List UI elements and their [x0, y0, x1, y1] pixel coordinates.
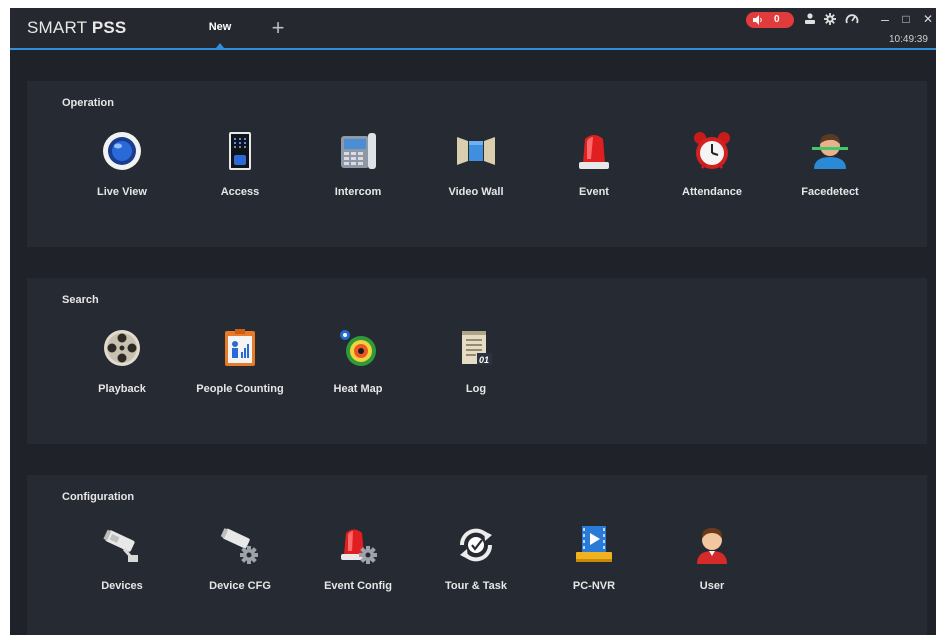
tile-label: Event: [579, 186, 609, 198]
tile-user[interactable]: User: [653, 525, 771, 595]
tab-label: New: [208, 21, 232, 33]
tile-label: Access: [220, 186, 260, 198]
tour-sync-icon: [456, 525, 496, 565]
section-title-search: Search: [62, 294, 99, 306]
tile-event[interactable]: Event: [535, 131, 653, 201]
tile-label: People Counting: [196, 383, 284, 395]
configuration-panel: Configuration Devices Device CFG Event C…: [27, 475, 927, 635]
tile-live-view[interactable]: Live View: [63, 131, 181, 201]
tile-tour-task[interactable]: Tour & Task: [417, 525, 535, 595]
tile-label: Device CFG: [209, 580, 271, 592]
tile-label: Log: [465, 383, 487, 395]
tile-access[interactable]: Access: [181, 131, 299, 201]
tile-log[interactable]: 01 Log: [417, 328, 535, 398]
user-account-icon[interactable]: [803, 12, 817, 26]
tile-event-config[interactable]: Event Config: [299, 525, 417, 595]
tile-video-wall[interactable]: Video Wall: [417, 131, 535, 201]
app-title-bold: PSS: [91, 18, 127, 37]
add-tab-button[interactable]: +: [267, 17, 289, 39]
app-title-light: SMART: [27, 18, 92, 37]
tile-playback[interactable]: Playback: [63, 328, 181, 398]
tile-label: Attendance: [682, 186, 742, 198]
section-title-configuration: Configuration: [62, 491, 135, 503]
tile-label: User: [699, 580, 725, 592]
section-title-operation: Operation: [62, 97, 114, 109]
tile-pc-nvr[interactable]: PC-NVR: [535, 525, 653, 595]
cctv-camera-icon: [102, 525, 142, 565]
app-logo: SMART PSS: [27, 18, 126, 38]
tile-label: PC-NVR: [572, 580, 616, 592]
face-scan-icon: [810, 131, 850, 171]
pc-nvr-icon: [574, 525, 614, 565]
tile-label: Facedetect: [801, 186, 859, 198]
maximize-button[interactable]: □: [899, 11, 913, 27]
intercom-phone-icon: [338, 131, 378, 171]
minimize-button[interactable]: –: [878, 11, 892, 27]
performance-gauge-icon[interactable]: [845, 12, 859, 26]
film-reel-icon: [102, 328, 142, 368]
log-notepad-icon: 01: [456, 328, 496, 368]
search-panel: Search Playback People Counting Heat Map…: [27, 278, 927, 444]
tile-label: Playback: [98, 383, 146, 395]
people-chart-icon: [220, 328, 260, 368]
alarm-button[interactable]: 0: [746, 12, 794, 28]
tile-label: Intercom: [334, 186, 382, 198]
heat-map-icon: [338, 328, 378, 368]
access-panel-icon: [220, 131, 260, 171]
settings-gear-icon[interactable]: [823, 12, 837, 26]
tile-label: Live View: [97, 186, 147, 198]
tile-label: Devices: [101, 580, 143, 592]
close-button[interactable]: ✕: [921, 11, 935, 27]
speaker-icon: [753, 15, 763, 25]
tile-heat-map[interactable]: Heat Map: [299, 328, 417, 398]
tile-intercom[interactable]: Intercom: [299, 131, 417, 201]
user-icon: [692, 525, 732, 565]
tile-facedetect[interactable]: Facedetect: [771, 131, 889, 201]
camera-gear-icon: [220, 525, 260, 565]
tile-label: Video Wall: [448, 186, 504, 198]
siren-icon: [574, 131, 614, 171]
video-wall-icon: [456, 131, 496, 171]
camera-lens-icon: [102, 131, 142, 171]
siren-gear-icon: [338, 525, 378, 565]
tile-label: Tour & Task: [445, 580, 507, 592]
tab-active-indicator: [216, 43, 224, 48]
title-bar: SMART PSS New + 0 – □ ✕ 10:49:39: [10, 8, 936, 50]
tile-device-cfg[interactable]: Device CFG: [181, 525, 299, 595]
tile-people-counting[interactable]: People Counting: [181, 328, 299, 398]
svg-text:01: 01: [479, 355, 489, 365]
app-window: SMART PSS New + 0 – □ ✕ 10:49:39 Operati…: [10, 8, 936, 635]
tile-label: Heat Map: [333, 383, 383, 395]
clock: 10:49:39: [889, 34, 928, 45]
tile-devices[interactable]: Devices: [63, 525, 181, 595]
operation-panel: Operation Live View Access Intercom Vide…: [27, 81, 927, 247]
tile-label: Event Config: [324, 580, 392, 592]
alarm-count: 0: [774, 14, 780, 25]
tile-attendance[interactable]: Attendance: [653, 131, 771, 201]
alarm-clock-icon: [692, 131, 732, 171]
tab-new[interactable]: New: [198, 8, 242, 48]
